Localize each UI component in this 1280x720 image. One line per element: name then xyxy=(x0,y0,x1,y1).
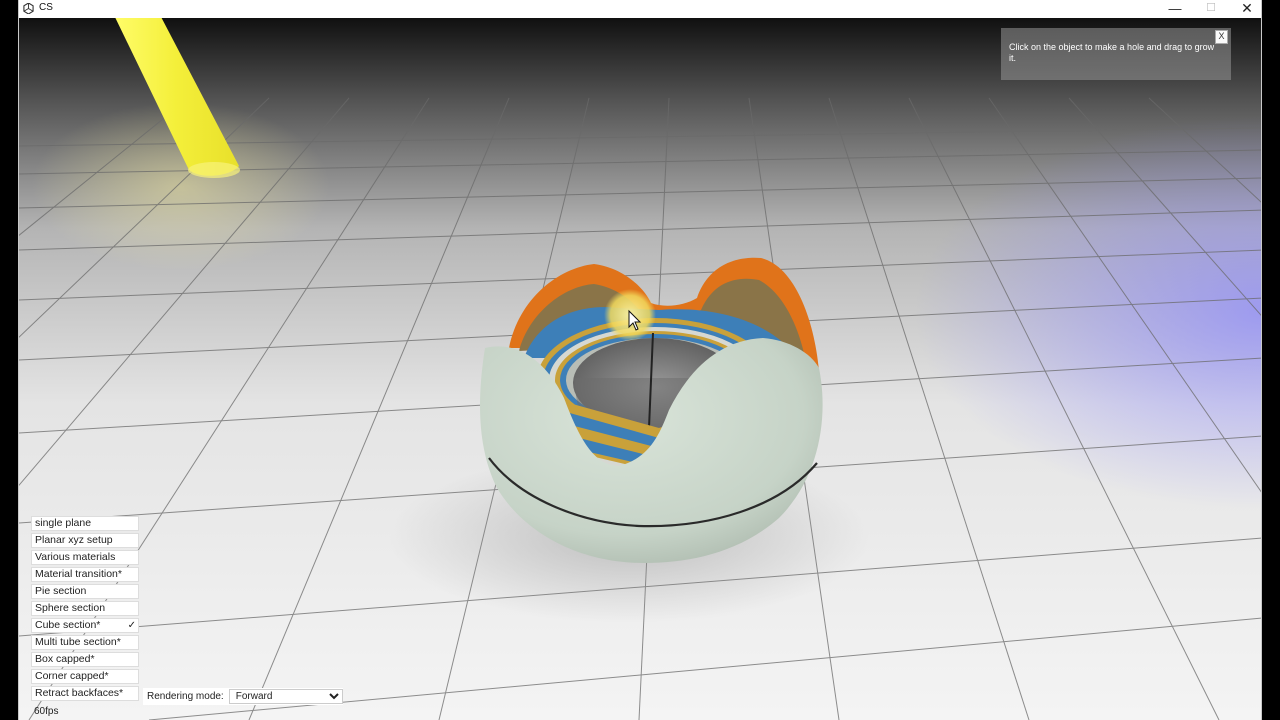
menu-button-label: Planar xyz setup xyxy=(35,534,113,546)
menu-button-multi-tube-section[interactable]: Multi tube section* xyxy=(31,635,139,650)
menu-button-label: Corner capped* xyxy=(35,670,109,682)
menu-button-label: Material transition* xyxy=(35,568,122,580)
hint-panel: X Click on the object to make a hole and… xyxy=(1001,28,1231,80)
app-window: CS — ☐ ✕ X Click on the object to make a… xyxy=(18,0,1262,720)
hint-close-button[interactable]: X xyxy=(1215,30,1228,44)
minimize-button[interactable]: — xyxy=(1157,0,1193,18)
3d-viewport[interactable]: X Click on the object to make a hole and… xyxy=(19,18,1262,720)
hint-text: Click on the object to make a hole and d… xyxy=(1009,42,1215,63)
menu-button-label: Box capped* xyxy=(35,653,95,665)
menu-button-retract-backfaces[interactable]: Retract backfaces* xyxy=(31,686,139,701)
close-window-button[interactable]: ✕ xyxy=(1229,0,1261,18)
maximize-button[interactable]: ☐ xyxy=(1193,0,1229,18)
menu-button-label: single plane xyxy=(35,517,92,529)
scene-canvas[interactable] xyxy=(19,18,1262,720)
cursor-highlight xyxy=(604,289,656,341)
rendering-mode-label: Rendering mode: xyxy=(147,691,224,702)
menu-button-planar-xyz-setup[interactable]: Planar xyz setup xyxy=(31,533,139,548)
menu-button-material-transition[interactable]: Material transition* xyxy=(31,567,139,582)
menu-button-corner-capped[interactable]: Corner capped* xyxy=(31,669,139,684)
menu-button-box-capped[interactable]: Box capped* xyxy=(31,652,139,667)
menu-button-single-plane[interactable]: single plane xyxy=(31,516,139,531)
fps-counter: 60fps xyxy=(34,706,59,717)
menu-button-sphere-section[interactable]: Sphere section xyxy=(31,601,139,616)
menu-button-label: Retract backfaces* xyxy=(35,687,124,699)
checkmark-icon: ✓ xyxy=(127,620,136,631)
title-bar: CS — ☐ ✕ xyxy=(19,0,1261,19)
menu-button-various-materials[interactable]: Various materials xyxy=(31,550,139,565)
menu-button-label: Pie section xyxy=(35,585,87,597)
rendering-mode-control: Rendering mode: Forward xyxy=(143,688,343,705)
menu-button-pie-section[interactable]: Pie section xyxy=(31,584,139,599)
menu-button-label: Cube section* xyxy=(35,619,101,631)
menu-button-label: Sphere section xyxy=(35,602,106,614)
scene-menu: single plane Planar xyz setup Various mate… xyxy=(31,516,139,703)
menu-button-cube-section[interactable]: Cube section* ✓ xyxy=(31,618,139,633)
menu-button-label: Various materials xyxy=(35,551,116,563)
window-title: CS xyxy=(39,2,53,13)
menu-button-label: Multi tube section* xyxy=(35,636,121,648)
unity-app-icon xyxy=(23,3,34,14)
rendering-mode-select[interactable]: Forward xyxy=(228,689,343,704)
